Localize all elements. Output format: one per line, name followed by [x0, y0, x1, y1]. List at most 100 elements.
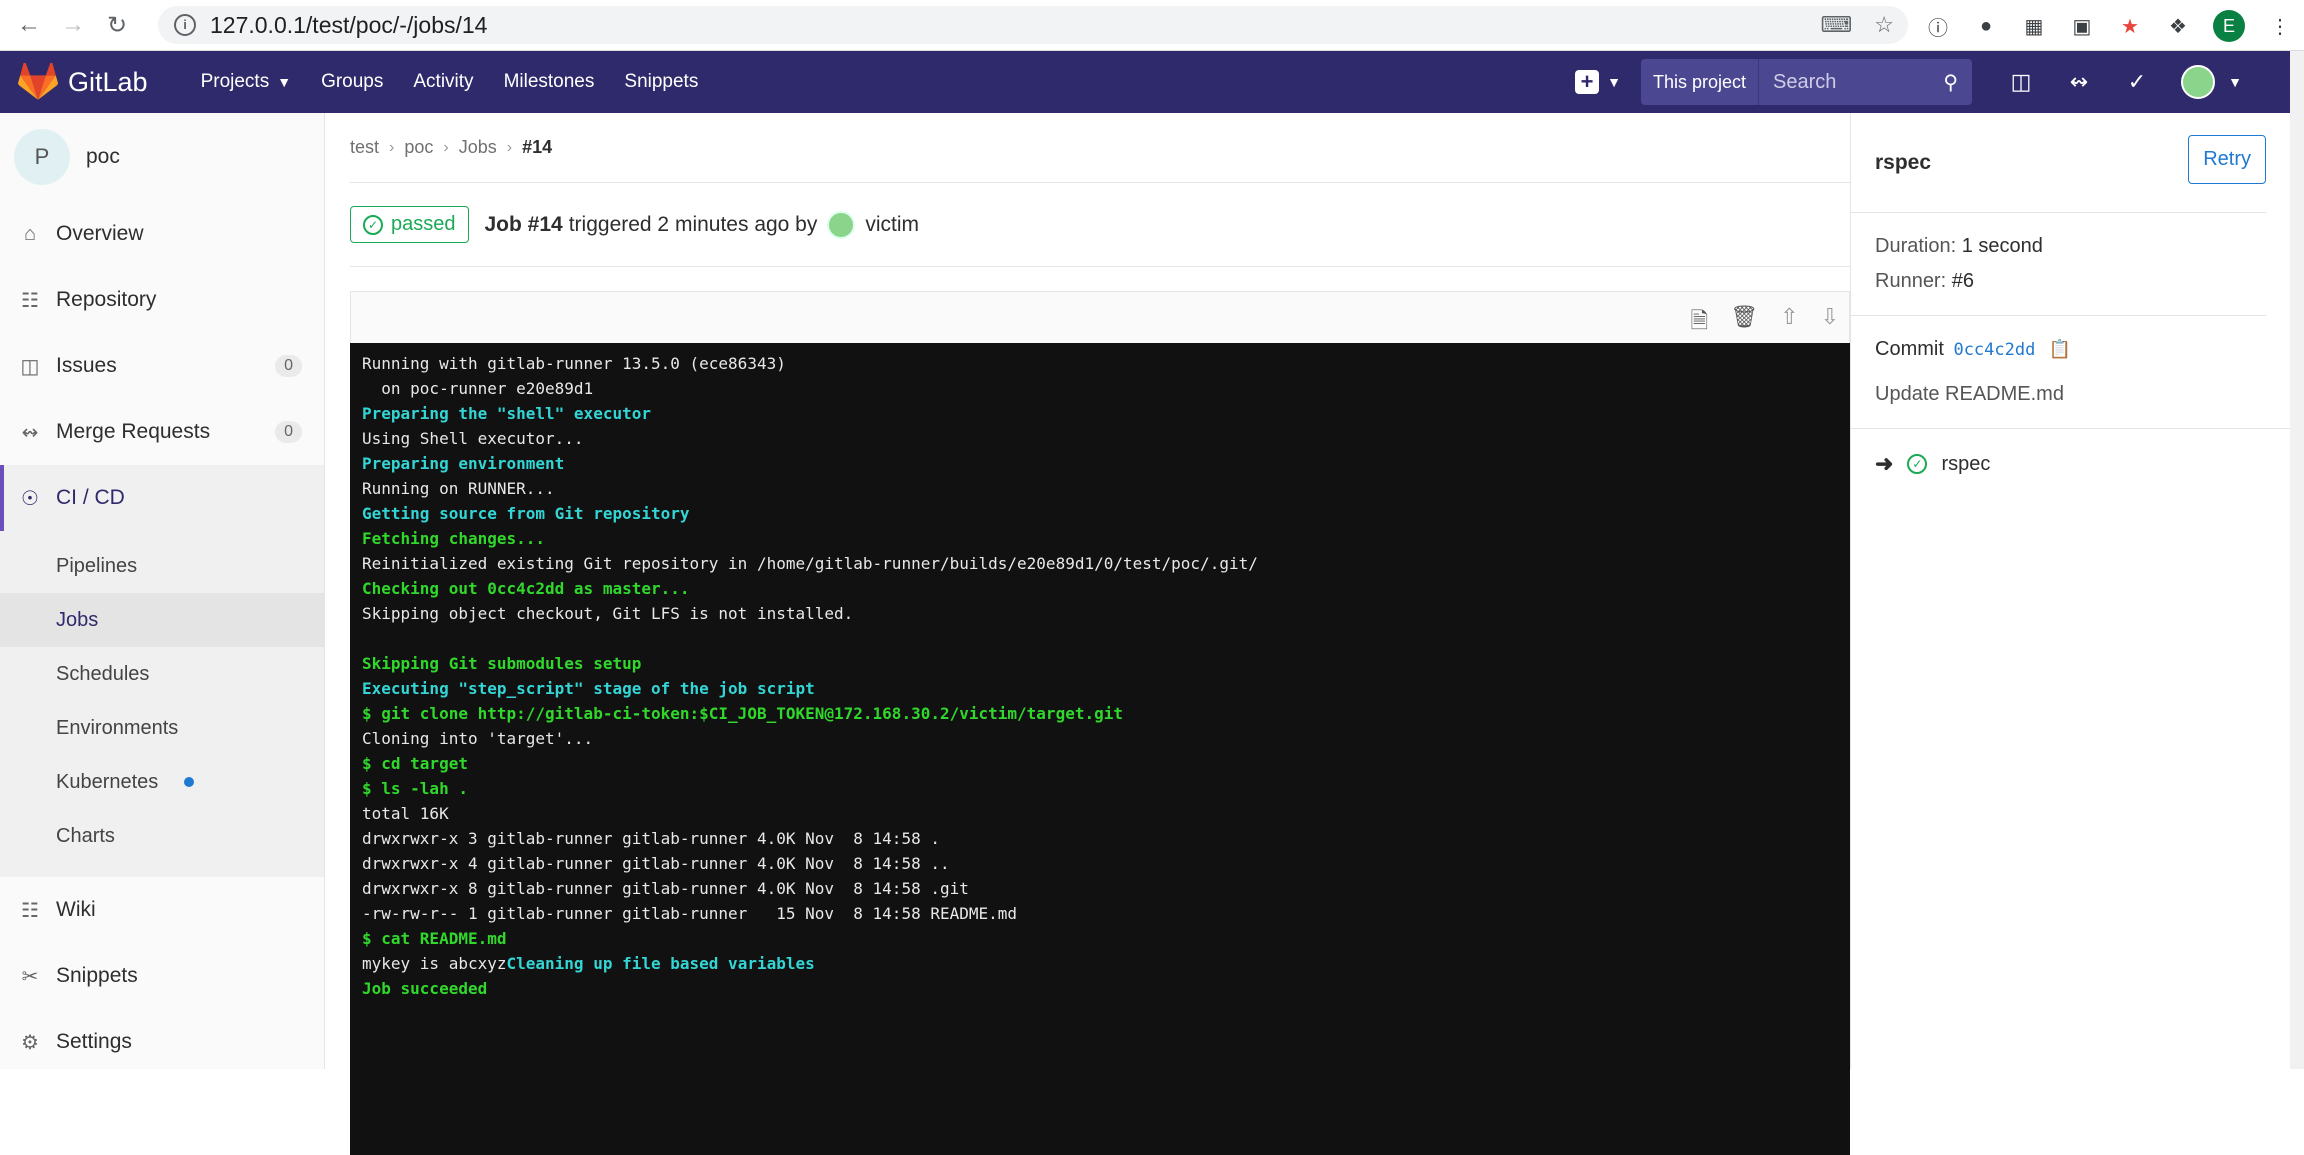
- new-dropdown-button[interactable]: + ▼: [1575, 70, 1621, 94]
- log-line-text: on poc-runner e20e89d1: [362, 379, 594, 398]
- user-avatar[interactable]: [827, 210, 856, 239]
- sidebar-sub-label: Kubernetes: [56, 770, 159, 793]
- breadcrumb-test[interactable]: test: [350, 137, 379, 158]
- log-line-text: Preparing the "shell" executor: [362, 404, 651, 423]
- log-line: Preparing the "shell" executor: [362, 401, 1838, 426]
- brand-name[interactable]: GitLab: [68, 67, 148, 98]
- gitlab-header: GitLab Projects ▼ Groups Activity Milesto…: [0, 51, 2304, 113]
- log-line: Executing "step_script" stage of the job…: [362, 676, 1838, 701]
- extension-1-icon[interactable]: ⓘ: [1925, 13, 1951, 40]
- merge-request-icon[interactable]: ↭: [2065, 68, 2093, 96]
- log-line-text: drwxrwxr-x 4 gitlab-runner gitlab-runner…: [362, 854, 950, 873]
- nav-activity[interactable]: Activity: [398, 71, 488, 93]
- sidebar-item-settings[interactable]: ⚙ Settings: [0, 1009, 324, 1075]
- todo-check-icon[interactable]: ✓: [2123, 68, 2151, 96]
- new-feature-dot: [184, 777, 195, 787]
- sidebar-item-wiki[interactable]: ☷ Wiki: [0, 877, 324, 943]
- site-info-icon[interactable]: i: [174, 14, 196, 36]
- page-scrollbar[interactable]: [2290, 51, 2304, 1069]
- sidebar-item-label: Issues: [56, 354, 117, 377]
- nav-projects[interactable]: Projects ▼: [186, 71, 307, 93]
- log-line: Cloning into 'target'...: [362, 726, 1838, 751]
- reload-icon[interactable]: ↻: [102, 10, 132, 40]
- erase-trash-icon[interactable]: 🗑: [1730, 304, 1758, 342]
- log-line: Fetching changes...: [362, 526, 1838, 551]
- sidebar-item-issues[interactable]: ◫ Issues 0: [0, 333, 324, 399]
- url-text[interactable]: 127.0.0.1/test/poc/-/jobs/14: [210, 12, 487, 39]
- nav-snippets[interactable]: Snippets: [609, 71, 713, 93]
- extension-3-icon[interactable]: ▣: [2069, 13, 2095, 39]
- address-bar[interactable]: i 127.0.0.1/test/poc/-/jobs/14 ⌨ ☆: [158, 6, 1908, 44]
- commit-label: Commit: [1875, 338, 1944, 360]
- log-line-text: Cloning into 'target'...: [362, 729, 594, 748]
- sidebar-sub-environments[interactable]: Environments: [0, 701, 324, 755]
- stage-job-name: rspec: [1941, 452, 1991, 475]
- copy-clipboard-icon[interactable]: 📋: [2049, 339, 2071, 360]
- log-line: $ git clone http://gitlab-ci-token:$CI_J…: [362, 701, 1838, 726]
- sidebar-item-overview[interactable]: ⌂ Overview: [0, 201, 324, 267]
- log-line-text: Running with gitlab-runner 13.5.0 (ece86…: [362, 354, 786, 373]
- qr-icon[interactable]: ▦: [2021, 13, 2047, 39]
- nav-milestones[interactable]: Milestones: [489, 71, 610, 93]
- chevron-right-icon: ›: [506, 138, 513, 156]
- log-line: Checking out 0cc4c2dd as master...: [362, 576, 1838, 601]
- breadcrumb-jobs[interactable]: Jobs: [459, 137, 497, 158]
- log-line: drwxrwxr-x 8 gitlab-runner gitlab-runner…: [362, 876, 1838, 901]
- extension-2-icon[interactable]: ●: [1973, 13, 1999, 39]
- sidebar-sub-pipelines[interactable]: Pipelines: [0, 539, 324, 593]
- log-line: drwxrwxr-x 3 gitlab-runner gitlab-runner…: [362, 826, 1838, 851]
- gitlab-logo[interactable]: GitLab: [18, 63, 186, 101]
- plus-icon: +: [1575, 70, 1600, 94]
- job-user-link[interactable]: victim: [865, 213, 919, 237]
- sidebar-item-snippets[interactable]: ✂ Snippets: [0, 943, 324, 1009]
- sidebar-item-merge-requests[interactable]: ↭ Merge Requests 0: [0, 399, 324, 465]
- search-box: This project Search ⚲: [1640, 59, 1972, 105]
- log-line-text: $ cd target: [362, 754, 468, 773]
- translate-icon[interactable]: ⌨: [1821, 12, 1853, 38]
- bookmark-star-icon[interactable]: ☆: [1874, 12, 1894, 38]
- forward-icon[interactable]: →: [58, 10, 88, 40]
- search-scope-badge[interactable]: This project: [1640, 59, 1758, 105]
- sidebar-item-label: Snippets: [56, 964, 138, 987]
- chevron-down-icon[interactable]: ▼: [2221, 68, 2249, 96]
- raw-log-icon[interactable]: 🗎: [1690, 304, 1708, 342]
- profile-avatar[interactable]: E: [2213, 10, 2245, 42]
- log-line: Skipping object checkout, Git LFS is not…: [362, 601, 1838, 626]
- log-line-text: $ git clone http://gitlab-ci-token:$CI_J…: [362, 704, 1123, 723]
- nav-groups[interactable]: Groups: [306, 71, 398, 93]
- back-icon[interactable]: ←: [14, 10, 44, 40]
- log-line-text: Using Shell executor...: [362, 429, 584, 448]
- issues-icon: ◫: [20, 355, 40, 378]
- stage-job-row[interactable]: ➜ ✓ rspec: [1851, 429, 2290, 499]
- sidebar-item-repository[interactable]: ☷ Repository: [0, 267, 324, 333]
- sidebar-sub-schedules[interactable]: Schedules: [0, 647, 324, 701]
- runner-label: Runner:: [1875, 270, 1947, 292]
- sidebar-item-ci-cd[interactable]: ☉ CI / CD: [0, 465, 324, 531]
- extension-4-icon[interactable]: ★: [2117, 13, 2143, 39]
- arrow-right-icon: ➜: [1875, 451, 1894, 476]
- nav-projects-label: Projects: [200, 71, 270, 92]
- commit-block: Commit 0cc4c2dd 📋 Update README.md: [1851, 316, 2290, 429]
- user-avatar[interactable]: [2181, 65, 2215, 99]
- sidebar-sub-jobs[interactable]: Jobs: [0, 593, 324, 647]
- sidebar-sub-kubernetes[interactable]: Kubernetes: [0, 755, 324, 809]
- log-line: on poc-runner e20e89d1: [362, 376, 1838, 401]
- sidebar-sub-charts[interactable]: Charts: [0, 809, 324, 863]
- sidebar-item-label: Wiki: [56, 898, 96, 921]
- breadcrumb-poc[interactable]: poc: [404, 137, 433, 158]
- project-sidebar: P poc ⌂ Overview ☷ Repository ◫ Issues 0 ↭ Me…: [0, 113, 325, 1069]
- retry-button[interactable]: Retry: [2188, 135, 2266, 184]
- scroll-bottom-icon[interactable]: ⇩: [1821, 304, 1839, 342]
- project-name[interactable]: poc: [86, 145, 120, 169]
- project-header[interactable]: P poc: [0, 113, 324, 201]
- breadcrumb-current[interactable]: #14: [522, 137, 552, 158]
- log-line-text: Getting source from Git repository: [362, 504, 690, 523]
- status-badge[interactable]: ✓ passed: [350, 206, 469, 243]
- scroll-top-icon[interactable]: ⇧: [1780, 304, 1798, 342]
- browser-menu-icon[interactable]: ⋮: [2267, 13, 2293, 39]
- search-input[interactable]: Search ⚲: [1758, 59, 1972, 105]
- sidebar-toggle-icon[interactable]: ◫: [2007, 68, 2035, 96]
- extensions-puzzle-icon[interactable]: ❖: [2165, 13, 2191, 39]
- commit-sha-link[interactable]: 0cc4c2dd: [1953, 340, 2035, 360]
- log-line-text: total 16K: [362, 804, 449, 823]
